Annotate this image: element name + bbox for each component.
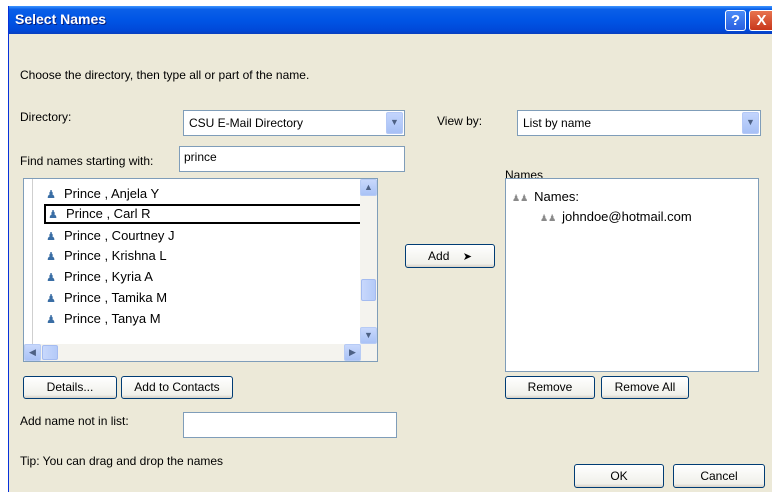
- directory-value: CSU E-Mail Directory: [189, 116, 304, 130]
- select-names-dialog: Select Names ? X Choose the directory, t…: [8, 6, 772, 492]
- help-button[interactable]: ?: [725, 10, 746, 31]
- add-not-in-list-input[interactable]: [183, 412, 397, 438]
- chevron-down-icon[interactable]: ▼: [742, 112, 759, 134]
- person-icon: ♟: [46, 293, 56, 305]
- chevron-down-icon[interactable]: ▼: [386, 112, 403, 134]
- instructions-text: Choose the directory, then type all or p…: [20, 68, 310, 82]
- horizontal-scrollbar[interactable]: ◀ ▶: [24, 344, 377, 361]
- scroll-left-icon[interactable]: ◀: [24, 344, 41, 361]
- ok-button[interactable]: OK: [574, 464, 664, 488]
- details-button[interactable]: Details...: [23, 376, 117, 399]
- add-to-contacts-button[interactable]: Add to Contacts: [121, 376, 233, 399]
- scroll-up-icon[interactable]: ▲: [360, 179, 377, 196]
- selected-names-box[interactable]: ♟♟ Names: ♟♟ johndoe@hotmail.com: [505, 178, 759, 372]
- close-button[interactable]: X: [749, 10, 772, 31]
- scroll-down-icon[interactable]: ▼: [360, 327, 377, 344]
- person-icon: ♟: [46, 251, 56, 263]
- add-button[interactable]: Add ➤: [405, 244, 495, 268]
- names-member[interactable]: ♟♟ johndoe@hotmail.com: [540, 209, 692, 224]
- window-title: Select Names: [15, 11, 107, 27]
- find-names-input[interactable]: prince: [179, 146, 405, 172]
- tree-line: [32, 179, 33, 344]
- remove-button[interactable]: Remove: [505, 376, 595, 399]
- list-item[interactable]: ♟ Prince , Tamika M: [44, 288, 372, 308]
- arrow-right-icon: ➤: [462, 251, 472, 263]
- cancel-button[interactable]: Cancel: [673, 464, 765, 488]
- title-bar[interactable]: Select Names ? X: [9, 6, 772, 34]
- person-icon: ♟: [46, 189, 56, 201]
- remove-all-button[interactable]: Remove All: [601, 376, 689, 399]
- scroll-right-icon[interactable]: ▶: [344, 344, 361, 361]
- vertical-scrollbar[interactable]: ▲ ▼: [360, 179, 377, 344]
- list-item[interactable]: ♟ Prince , Kyria A: [44, 267, 372, 287]
- list-item[interactable]: ♟ Prince , Courtney J: [44, 226, 372, 246]
- add-not-in-list-label: Add name not in list:: [20, 414, 129, 428]
- list-item[interactable]: ♟ Prince , Tanya M: [44, 309, 372, 329]
- group-icon: ♟♟: [540, 213, 557, 223]
- directory-select[interactable]: CSU E-Mail Directory ▼: [183, 110, 405, 136]
- view-by-label: View by:: [437, 114, 483, 128]
- directory-label: Directory:: [20, 110, 72, 124]
- scroll-thumb[interactable]: [361, 279, 376, 301]
- person-icon: ♟: [46, 314, 56, 326]
- person-icon: ♟: [48, 209, 58, 221]
- group-icon: ♟♟: [512, 193, 529, 203]
- scroll-thumb-horizontal[interactable]: [42, 345, 58, 360]
- person-icon: ♟: [46, 231, 56, 243]
- tip-text: Tip: You can drag and drop the names: [20, 454, 224, 468]
- names-group[interactable]: ♟♟ Names:: [512, 189, 579, 204]
- list-item-selected[interactable]: ♟ Prince , Carl R: [44, 204, 372, 224]
- list-item[interactable]: ♟ Prince , Anjela Y: [44, 184, 372, 204]
- find-names-label: Find names starting with:: [20, 154, 154, 168]
- view-by-select[interactable]: List by name ▼: [517, 110, 761, 136]
- person-icon: ♟: [46, 272, 56, 284]
- view-by-value: List by name: [523, 116, 592, 130]
- results-list[interactable]: ♟ Prince , Anjela Y ♟ Prince , Carl R ♟ Pri…: [23, 178, 378, 362]
- list-item[interactable]: ♟ Prince , Krishna L: [44, 246, 372, 266]
